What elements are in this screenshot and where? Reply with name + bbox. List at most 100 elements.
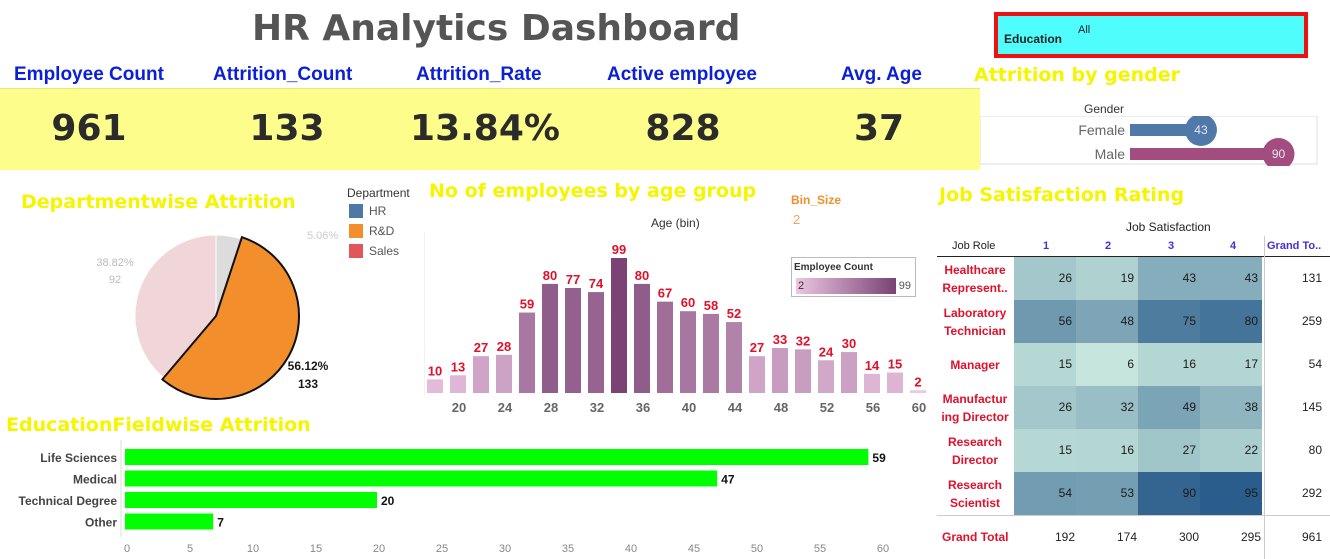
age-bar-54 xyxy=(841,352,857,393)
job-heatmap-cell[interactable]: 15 xyxy=(1014,343,1076,386)
age-tick-40: 40 xyxy=(682,400,696,415)
age-bar-36 xyxy=(634,283,650,393)
age-ticks: 20 24 28 32 36 40 44 48 52 56 60 xyxy=(452,400,926,415)
filter-value[interactable]: All xyxy=(1078,24,1090,36)
job-heatmap-cell[interactable]: 56 xyxy=(1014,300,1076,343)
kpi-attrition-rate-value: 13.84% xyxy=(410,108,560,149)
edu-tick-50: 50 xyxy=(751,543,763,555)
job-heatmap-cell[interactable]: 90 xyxy=(1138,472,1200,515)
job-grand-total-header: Grand To.. xyxy=(1267,240,1322,252)
edu-category-label: Technical Degree xyxy=(19,494,118,508)
age-bar-label-52: 24 xyxy=(819,344,834,359)
edu-category-label: Life Sciences xyxy=(40,451,117,465)
age-bar-32 xyxy=(588,292,604,393)
age-bar-48 xyxy=(772,348,788,393)
job-heatmap-cell[interactable]: 95 xyxy=(1200,472,1262,515)
job-grand-total-all: 961 xyxy=(1301,530,1322,544)
job-heatmap-cell[interactable]: 43 xyxy=(1138,257,1200,300)
job-row-total: 131 xyxy=(1301,271,1322,285)
bin-size-value[interactable]: 2 xyxy=(793,212,800,227)
age-tick-20: 20 xyxy=(452,400,466,415)
edu-bar-value: 47 xyxy=(721,473,735,487)
job-role-label-line: Manufactur xyxy=(942,391,1008,406)
job-role-label-line: Represent.. xyxy=(942,280,1008,295)
age-bar-label-36: 80 xyxy=(635,268,649,283)
edu-tick-0: 0 xyxy=(124,543,130,555)
job-role-label: Healthcare Represent.. xyxy=(937,257,1013,300)
job-heatmap-cell[interactable]: 16 xyxy=(1076,429,1138,472)
edu-tick-25: 25 xyxy=(436,543,448,555)
edu-tick-45: 45 xyxy=(688,543,700,555)
age-bar-52 xyxy=(818,360,834,393)
job-role-label-line: Research xyxy=(947,477,1003,492)
legend-swatch-hr xyxy=(349,204,363,218)
gender-bar-value-female: 43 xyxy=(1194,123,1208,137)
job-role-label-line: Research xyxy=(947,434,1003,449)
age-bar-label-30: 77 xyxy=(566,272,580,287)
job-row-total: 145 xyxy=(1301,400,1322,414)
age-bar-56 xyxy=(864,373,880,393)
job-level-3-header: 3 xyxy=(1168,240,1175,252)
job-heatmap-cell[interactable]: 53 xyxy=(1076,472,1138,515)
edu-tick-10: 10 xyxy=(247,543,259,555)
age-bar-22 xyxy=(473,356,489,393)
job-heatmap-cell[interactable]: 15 xyxy=(1014,429,1076,472)
job-heatmap-cell[interactable]: 22 xyxy=(1200,429,1262,472)
age-bar-50 xyxy=(795,349,811,393)
gender-bar-male xyxy=(1130,148,1279,160)
age-bar-label-50: 32 xyxy=(796,333,810,348)
age-bar-label-58: 15 xyxy=(888,357,902,372)
age-bar-label-32: 74 xyxy=(589,276,604,291)
edu-bars: Life Sciences 59 Medical 47 Technical Degree… xyxy=(19,449,886,530)
age-bar-34 xyxy=(611,258,627,393)
job-heatmap-cell[interactable]: 32 xyxy=(1076,386,1138,429)
job-level-4-header: 4 xyxy=(1230,240,1237,252)
job-heatmap-cell[interactable]: 49 xyxy=(1138,386,1200,429)
age-bar-46 xyxy=(749,356,765,393)
age-bar-18 xyxy=(427,379,443,393)
department-section-title: Departmentwise Attrition xyxy=(21,191,296,213)
age-bar-26 xyxy=(519,312,535,393)
kpi-avg-age-label: Avg. Age xyxy=(841,64,922,85)
age-bar-label-18: 10 xyxy=(428,363,442,378)
job-heatmap-cell[interactable]: 38 xyxy=(1200,386,1262,429)
job-grand-total-4: 295 xyxy=(1240,530,1261,544)
job-row-total: 292 xyxy=(1301,486,1322,500)
legend-item-hr[interactable]: HR xyxy=(349,201,399,221)
job-role-header: Job Role xyxy=(952,240,996,252)
job-heatmap-cell[interactable]: 16 xyxy=(1138,343,1200,386)
education-filter[interactable]: Education All xyxy=(994,12,1308,58)
education-bar-chart: Life Sciences 59 Medical 47 Technical Degree… xyxy=(19,440,889,555)
pie-slices xyxy=(134,234,300,400)
kpi-attrition-rate-label: Attrition_Rate xyxy=(416,64,542,85)
age-tick-48: 48 xyxy=(774,400,788,415)
age-bar-label-26: 59 xyxy=(520,297,534,312)
job-heatmap-cell[interactable]: 75 xyxy=(1138,300,1200,343)
job-grand-total-2: 174 xyxy=(1116,530,1137,544)
edu-bar-value: 7 xyxy=(217,516,224,530)
job-heatmap-cell[interactable]: 80 xyxy=(1200,300,1262,343)
age-bar-label-34: 99 xyxy=(612,242,626,257)
job-heatmap-cell[interactable]: 26 xyxy=(1014,257,1076,300)
job-heatmap-cell[interactable]: 54 xyxy=(1014,472,1076,515)
pie-label-hr-pct: 5.06% xyxy=(307,230,338,242)
age-bar-label-40: 60 xyxy=(681,295,695,310)
gender-bars: 43 90 xyxy=(1130,116,1295,166)
job-row-total: 54 xyxy=(1308,357,1322,371)
gender-header: Gender xyxy=(1084,102,1125,116)
kpi-employee-count-value: 961 xyxy=(51,108,127,149)
job-heatmap-cell[interactable]: 17 xyxy=(1200,343,1262,386)
age-axis-title: Age (bin) xyxy=(651,216,700,230)
job-heatmap-cell[interactable]: 19 xyxy=(1076,257,1138,300)
job-heatmap-cell[interactable]: 26 xyxy=(1014,386,1076,429)
age-tick-24: 24 xyxy=(498,400,513,415)
job-heatmap-cell[interactable]: 48 xyxy=(1076,300,1138,343)
job-heatmap-cell[interactable]: 6 xyxy=(1076,343,1138,386)
job-heatmap-cell[interactable]: 27 xyxy=(1138,429,1200,472)
job-row-total: 80 xyxy=(1308,443,1322,457)
job-heatmap-cell[interactable]: 43 xyxy=(1200,257,1262,300)
edu-ticks: 0 5 10 15 20 25 30 35 40 45 50 55 60 xyxy=(124,543,889,555)
bin-size-label: Bin_Size xyxy=(791,193,842,207)
job-role-label: Research Scientist xyxy=(937,472,1013,515)
job-grand-total-label: Grand Total xyxy=(942,530,1009,544)
